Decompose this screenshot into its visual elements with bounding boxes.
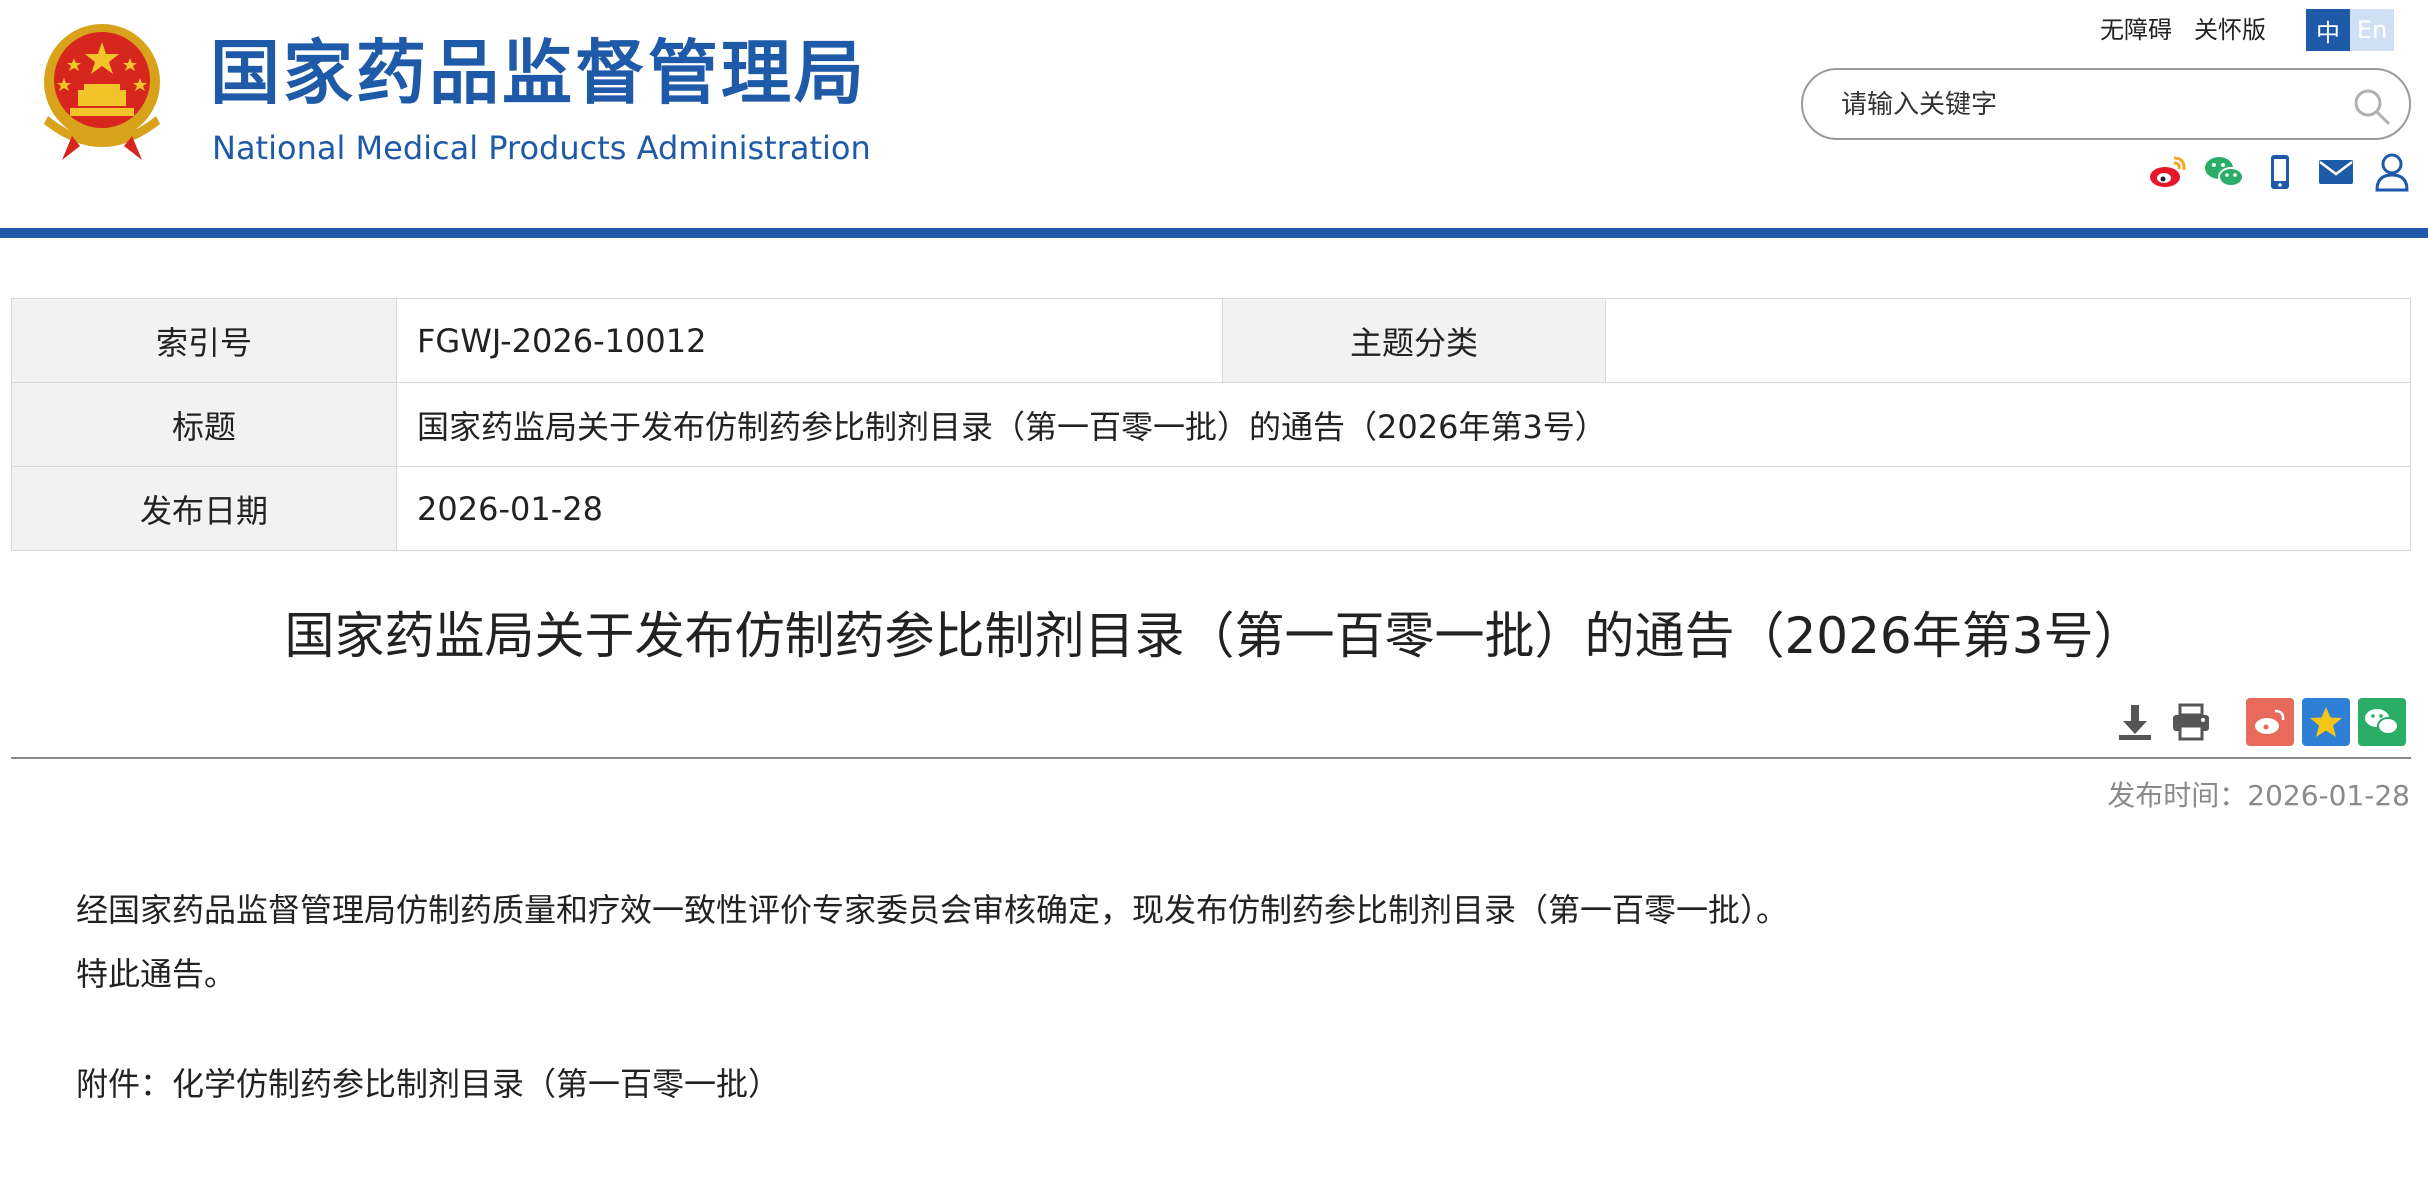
national-emblem-icon[interactable] [34, 20, 170, 166]
lang-en-button[interactable]: En [2350, 9, 2394, 51]
search-input[interactable] [1841, 82, 2311, 128]
lang-zh-button[interactable]: 中 [2306, 9, 2350, 51]
attachment-link[interactable]: 附件：化学仿制药参比制剂目录（第一百零一批） [76, 1060, 2376, 1108]
header-divider-bar [0, 228, 2428, 238]
top-links: 无障碍 关怀版 中 En [2100, 9, 2394, 51]
date-value: 2026-01-28 [396, 466, 2411, 551]
body-paragraph-closing: 特此通告。 [76, 955, 237, 993]
site-header: 国家药品监督管理局 National Medical Products Admi… [0, 0, 2428, 228]
site-title-cn[interactable]: 国家药品监督管理局 [210, 28, 867, 118]
publish-time-label: 发布时间： [2107, 779, 2248, 812]
index-value: FGWJ-2026-10012 [396, 298, 1223, 383]
search-icon[interactable] [2351, 86, 2391, 126]
article-title: 国家药监局关于发布仿制药参比制剂目录（第一百零一批）的通告（2026年第3号） [284, 607, 2144, 665]
info-row-date: 发布日期 2026-01-28 [11, 466, 2411, 551]
body-paragraph: 经国家药品监督管理局仿制药质量和疗效一致性评价专家委员会审核确定，现发布仿制药参… [76, 891, 1789, 929]
weibo-icon[interactable] [2146, 150, 2190, 194]
publish-time-value: 2026-01-28 [2247, 779, 2410, 812]
wechat-share-icon[interactable] [2358, 698, 2406, 746]
publish-time: 发布时间：2026-01-28 [2107, 774, 2410, 818]
mail-icon[interactable] [2314, 150, 2358, 194]
care-version-link[interactable]: 关怀版 [2194, 12, 2266, 48]
index-label: 索引号 [11, 298, 397, 383]
search-box [1801, 68, 2411, 140]
topic-value [1605, 298, 2411, 383]
accessibility-link[interactable]: 无障碍 [2100, 12, 2172, 48]
topic-label: 主题分类 [1222, 298, 1606, 383]
download-icon[interactable] [2112, 699, 2158, 745]
site-title-en[interactable]: National Medical Products Administration [212, 126, 871, 170]
article-divider [11, 757, 2411, 759]
title-label: 标题 [11, 382, 397, 467]
language-switch: 中 En [2306, 9, 2394, 51]
user-icon[interactable] [2370, 150, 2414, 194]
info-row-index: 索引号 FGWJ-2026-10012 主题分类 [11, 298, 2411, 383]
info-row-title: 标题 国家药监局关于发布仿制药参比制剂目录（第一百零一批）的通告（2026年第3… [11, 382, 2411, 467]
date-label: 发布日期 [11, 466, 397, 551]
mobile-icon[interactable] [2258, 150, 2302, 194]
title-value: 国家药监局关于发布仿制药参比制剂目录（第一百零一批）的通告（2026年第3号） [396, 382, 2411, 467]
article-body: 经国家药品监督管理局仿制药质量和疗效一致性评价专家委员会审核确定，现发布仿制药参… [76, 886, 2376, 1124]
document-info-table: 索引号 FGWJ-2026-10012 主题分类 标题 国家药监局关于发布仿制药… [11, 298, 2411, 551]
social-links [2146, 150, 2426, 194]
weibo-share-icon[interactable] [2246, 698, 2294, 746]
wechat-icon[interactable] [2202, 150, 2246, 194]
article-tools [2112, 698, 2406, 746]
print-icon[interactable] [2168, 699, 2214, 745]
favorite-star-icon[interactable] [2302, 698, 2350, 746]
